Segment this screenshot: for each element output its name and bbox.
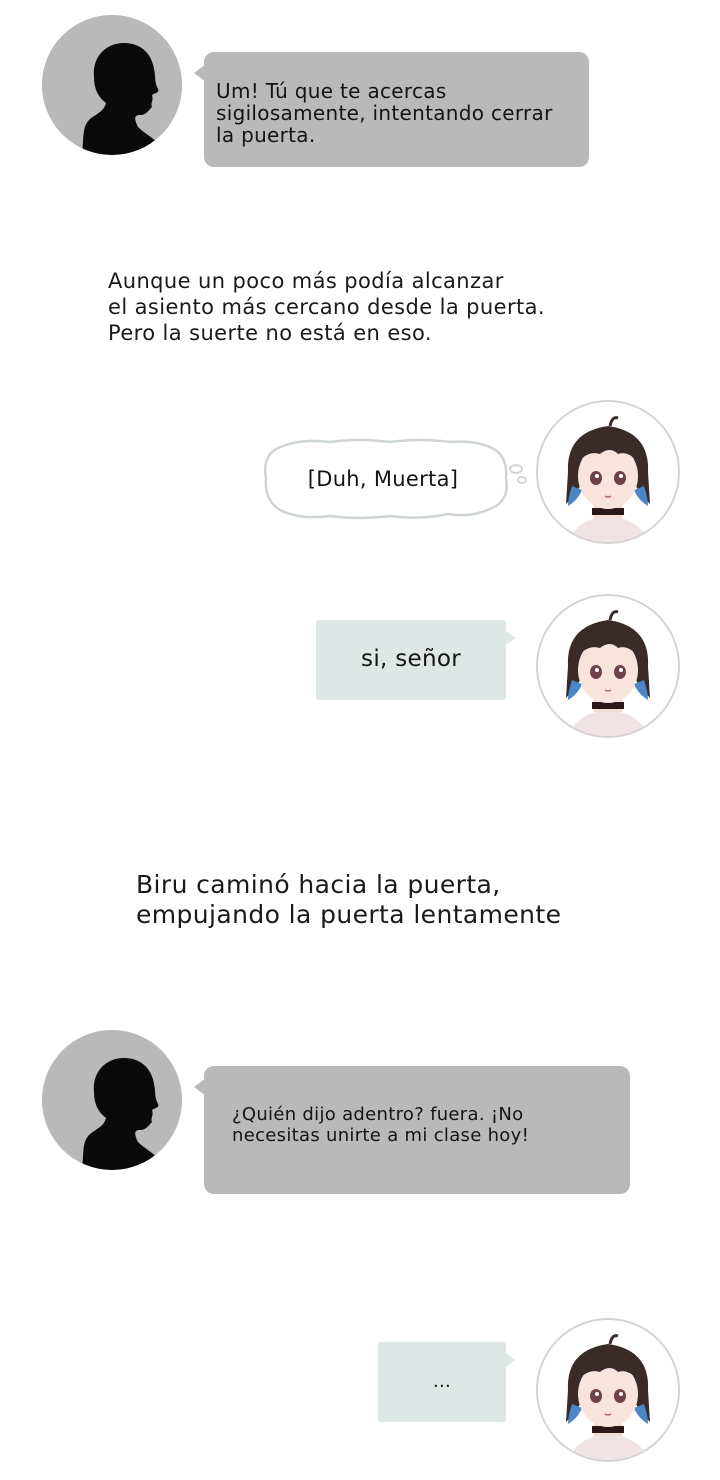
bubble-tail — [194, 64, 206, 82]
man-silhouette-icon — [42, 15, 182, 155]
speech-bubble-girl-2: ... — [378, 1342, 516, 1422]
speech-bubble-girl-1: si, señor — [316, 620, 516, 700]
thought-bubble: [Duh, Muerta] — [260, 436, 532, 522]
speech-bubble-man-2: ¿Quién dijo adentro? fuera. ¡No necesita… — [194, 1066, 630, 1194]
girl-avatar-icon — [538, 596, 678, 736]
girl-avatar — [538, 1320, 678, 1460]
speech-bubble-man-1: Um! Tú que te acercas sigilosamente, int… — [194, 52, 589, 167]
man-silhouette-avatar — [42, 1030, 182, 1170]
man-silhouette-icon — [42, 1030, 182, 1170]
thought-text: [Duh, Muerta] — [307, 467, 459, 491]
girl-avatar-icon — [538, 402, 678, 542]
dialogue-text: ¿Quién dijo adentro? fuera. ¡No necesita… — [232, 1104, 530, 1146]
dialogue-text: ... — [432, 1371, 452, 1392]
girl-avatar — [538, 402, 678, 542]
bubble-tail — [504, 1352, 516, 1368]
girl-avatar — [538, 596, 678, 736]
dialogue-text: si, señor — [361, 646, 461, 672]
man-silhouette-avatar — [42, 15, 182, 155]
bubble-tail — [504, 630, 516, 646]
dialogue-text: Um! Tú que te acercas sigilosamente, int… — [216, 79, 553, 147]
bubble-tail — [194, 1078, 206, 1096]
girl-avatar-icon — [538, 1320, 678, 1460]
narration-text: Aunque un poco más podía alcanzar el asi… — [108, 269, 545, 345]
narration-text: Biru caminó hacia la puerta, empujando l… — [136, 870, 562, 929]
